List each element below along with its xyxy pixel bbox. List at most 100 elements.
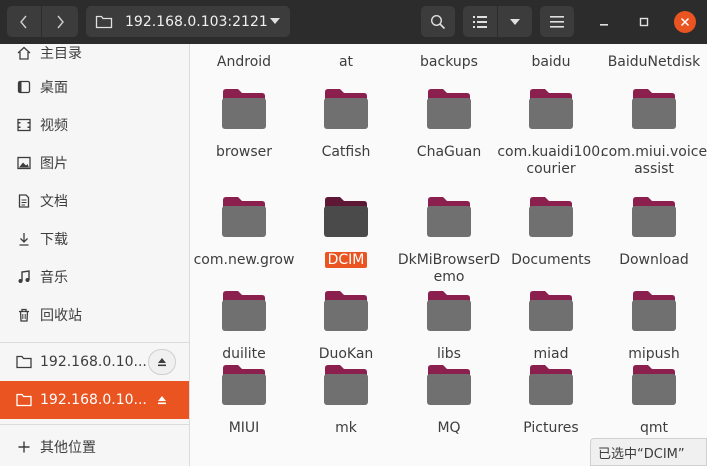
sidebar-item-documents[interactable]: 文档 [0, 182, 189, 220]
eject-icon [158, 396, 166, 405]
maximize-icon [639, 17, 649, 27]
eject-button[interactable] [148, 387, 176, 413]
minimize-icon [600, 24, 608, 26]
search-button[interactable] [421, 6, 455, 37]
folder-item[interactable]: Catfish [292, 88, 394, 188]
picture-icon [16, 155, 32, 171]
folder-name-text: com.kuaidi100.courier [497, 144, 605, 177]
folder-name-text: Android [216, 54, 272, 70]
folder-name-text: libs [437, 346, 461, 362]
folder-name: ChaGuan [395, 144, 503, 161]
folder-name-text: BaiduNetdisk [607, 54, 701, 70]
folder-name-text: com.new.grow [193, 252, 295, 268]
folder-item[interactable]: MQ [395, 364, 497, 464]
folder-item[interactable]: com.miui.voiceassist [600, 88, 707, 188]
folder-item[interactable]: Documents [497, 196, 599, 296]
folder-name: Catfish [292, 144, 400, 161]
sidebar-item-label: 文档 [40, 194, 68, 210]
sidebar-item-downloads[interactable]: 下载 [0, 220, 189, 258]
sidebar-item-home[interactable]: 主目录 [0, 34, 189, 72]
folder-icon [529, 365, 573, 405]
folder-name-text: browser [215, 144, 272, 160]
sidebar-item-desktop[interactable]: 桌面 [0, 68, 189, 106]
menu-button[interactable] [540, 6, 574, 37]
hamburger-icon [550, 15, 564, 28]
folder-name: at [292, 54, 400, 71]
folder-icon [632, 197, 676, 237]
folder-icon [427, 291, 471, 331]
sidebar-item-label: 图片 [40, 156, 68, 172]
chevron-down-icon [510, 18, 520, 25]
folder-name: MQ [395, 420, 503, 437]
folder-name: libs [395, 346, 503, 363]
folder-icon [324, 365, 368, 405]
close-icon [680, 17, 690, 27]
eject-button[interactable] [148, 349, 176, 375]
folder-icon [324, 89, 368, 129]
folder-item[interactable]: MIUI [190, 364, 292, 464]
folder-icon [324, 291, 368, 331]
sidebar-divider [0, 424, 189, 425]
folder-item[interactable]: com.kuaidi100.courier [497, 88, 605, 188]
folder-name-text: DCIM [324, 252, 368, 268]
folder-icon [222, 89, 266, 129]
folder-name: Android [190, 54, 298, 71]
folder-name-text: mipush [628, 346, 680, 362]
folder-name: Documents [497, 252, 605, 269]
folder-icon [427, 365, 471, 405]
folder-item[interactable]: DCIM [292, 196, 394, 296]
sidebar-item-music[interactable]: 音乐 [0, 258, 189, 296]
sidebar-item-mount-1[interactable]: 192.168.0.10... [0, 343, 189, 381]
sidebar-item-label: 回收站 [40, 308, 82, 324]
folder-icon [222, 291, 266, 331]
sidebar-item-trash[interactable]: 回收站 [0, 296, 189, 334]
folder-item[interactable]: ChaGuan [395, 88, 497, 188]
folder-icon [324, 197, 368, 237]
folder-name: miad [497, 346, 605, 363]
folder-icon [632, 89, 676, 129]
sidebar-item-label: 192.168.0.10... [40, 392, 147, 408]
chevron-left-icon [20, 15, 27, 28]
sidebar-item-mount-2[interactable]: 192.168.0.10... [0, 381, 189, 419]
path-label: 192.168.0.103:2121 [125, 13, 268, 30]
close-button[interactable] [674, 11, 696, 33]
folder-item[interactable]: Pictures [497, 364, 599, 464]
back-button[interactable] [7, 6, 41, 37]
path-bar[interactable]: 192.168.0.103:2121 [86, 6, 290, 37]
folder-name-text: miad [533, 346, 569, 362]
view-options-button[interactable] [498, 6, 532, 37]
folder-name: mipush [600, 346, 707, 363]
folder-icon [529, 89, 573, 129]
forward-button[interactable] [42, 6, 78, 37]
chevron-down-icon[interactable] [270, 18, 280, 24]
sidebar-item-pictures[interactable]: 图片 [0, 144, 189, 182]
folder-item[interactable]: mk [292, 364, 394, 464]
folder-name: com.new.grow [190, 252, 298, 269]
folder-icon [632, 291, 676, 331]
folder-name: DCIM [292, 252, 400, 269]
sidebar: 主目录 桌面 视频 图片 文档 下载 音乐 回收站 192.168.0.10..… [0, 44, 190, 466]
sidebar-item-videos[interactable]: 视频 [0, 106, 189, 144]
music-icon [16, 269, 32, 285]
folder-name-text: Download [619, 252, 689, 268]
folder-name-text: Pictures [523, 420, 579, 436]
download-icon [16, 231, 32, 247]
folder-item[interactable]: Download [600, 196, 702, 296]
folder-name: mk [292, 420, 400, 437]
sidebar-item-label: 主目录 [40, 46, 82, 62]
folder-item[interactable]: browser [190, 88, 292, 188]
folder-icon [222, 365, 266, 405]
minimize-button[interactable] [594, 12, 614, 32]
sidebar-item-label: 音乐 [40, 270, 68, 286]
document-icon [16, 193, 32, 209]
folder-name-text: baidu [531, 54, 571, 70]
folder-item[interactable]: com.new.grow [190, 196, 294, 296]
list-view-button[interactable] [463, 6, 497, 37]
folder-name-text: MIUI [228, 420, 260, 436]
folder-name: duilite [190, 346, 298, 363]
maximize-button[interactable] [634, 12, 654, 32]
folder-name: DuoKan [292, 346, 400, 363]
folder-name-text: com.miui.voiceassist [600, 144, 707, 177]
folder-item[interactable]: DkMiBrowserDemo [395, 196, 500, 296]
sidebar-item-other-locations[interactable]: 其他位置 [0, 428, 189, 466]
